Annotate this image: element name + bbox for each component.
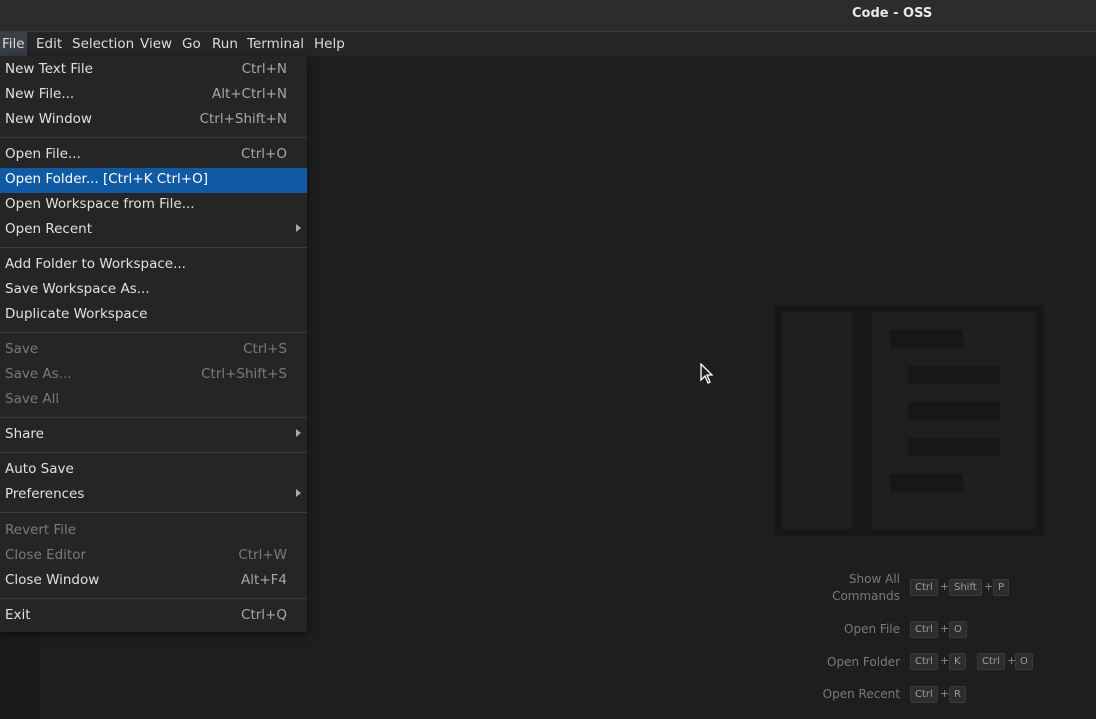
menu-edit[interactable]: Edit (34, 32, 64, 56)
key-ctrl: Ctrl (977, 653, 1005, 670)
key-plus: + (984, 580, 994, 593)
menu-item-close-window[interactable]: Close Window Alt+F4 (0, 569, 307, 594)
menu-item-share[interactable]: Share (0, 423, 307, 448)
menu-item-save-all[interactable]: Save All (0, 388, 307, 413)
menu-item-label: Open Folder... [Ctrl+K Ctrl+O] (5, 171, 208, 187)
menu-item-shortcut: Ctrl+Q (241, 607, 287, 623)
menu-view[interactable]: View (138, 32, 174, 56)
menu-item-exit[interactable]: Exit Ctrl+Q (0, 604, 307, 629)
menu-file[interactable]: File (0, 32, 27, 56)
menu-separator (0, 247, 307, 248)
menu-item-label: Save Workspace As... (5, 281, 150, 297)
menu-item-shortcut: Ctrl+Shift+N (199, 111, 287, 127)
menu-item-shortcut: Alt+Ctrl+N (211, 86, 287, 102)
menu-item-new-text-file[interactable]: New Text File Ctrl+N (0, 58, 307, 83)
menu-item-new-file[interactable]: New File... Alt+Ctrl+N (0, 83, 307, 108)
menu-separator (0, 332, 307, 333)
menu-item-save-workspace-as[interactable]: Save Workspace As... (0, 278, 307, 303)
menu-help[interactable]: Help (312, 32, 347, 56)
key-o: O (1015, 653, 1033, 670)
key-k: K (949, 653, 966, 670)
menu-item-label: Save (5, 341, 39, 357)
menu-item-add-folder[interactable]: Add Folder to Workspace... (0, 253, 307, 278)
menu-item-label: New Text File (5, 61, 93, 77)
menu-item-label: Preferences (5, 486, 85, 502)
menu-item-close-editor[interactable]: Close Editor Ctrl+W (0, 544, 307, 569)
menu-item-save-as[interactable]: Save As... Ctrl+Shift+S (0, 363, 307, 388)
menu-item-label: Save As... (5, 366, 72, 382)
menu-item-label: Open File... (5, 146, 81, 162)
menu-item-label: Add Folder to Workspace... (5, 256, 186, 272)
menu-item-preferences[interactable]: Preferences (0, 483, 307, 508)
menu-separator (0, 452, 307, 453)
menu-item-label: New Window (5, 111, 92, 127)
menu-run[interactable]: Run (210, 32, 240, 56)
menu-bar: File Edit Selection View Go Run Terminal… (0, 31, 1096, 57)
menu-separator (0, 417, 307, 418)
menu-separator (0, 598, 307, 599)
menu-item-open-folder[interactable]: Open Folder... [Ctrl+K Ctrl+O] (0, 168, 307, 193)
activity-bar (0, 632, 40, 719)
menu-item-open-file[interactable]: Open File... Ctrl+O (0, 143, 307, 168)
menu-item-label: Close Editor (5, 547, 87, 563)
menu-item-open-workspace[interactable]: Open Workspace from File... (0, 193, 307, 218)
menu-separator (0, 512, 307, 513)
menu-item-label: Duplicate Workspace (5, 306, 148, 322)
menu-item-label: Open Workspace from File... (5, 196, 195, 212)
key-o: O (949, 621, 967, 638)
menu-item-label: Auto Save (5, 461, 74, 477)
key-plus: + (940, 580, 950, 593)
menu-item-auto-save[interactable]: Auto Save (0, 458, 307, 483)
menu-item-new-window[interactable]: New Window Ctrl+Shift+N (0, 108, 307, 133)
submenu-arrow-icon (296, 429, 301, 437)
menu-item-save[interactable]: Save Ctrl+S (0, 338, 307, 363)
key-ctrl: Ctrl (910, 686, 938, 703)
menu-item-label: Revert File (5, 522, 77, 538)
menu-item-shortcut: Ctrl+W (238, 547, 287, 563)
key-ctrl: Ctrl (910, 579, 938, 596)
menu-selection[interactable]: Selection (70, 32, 136, 56)
menu-item-shortcut: Alt+F4 (241, 572, 287, 588)
key-plus: + (940, 622, 950, 635)
key-plus: + (940, 654, 950, 667)
menu-separator (0, 137, 307, 138)
menu-terminal[interactable]: Terminal (245, 32, 306, 56)
menu-item-label: Exit (5, 607, 31, 623)
menu-item-label: New File... (5, 86, 75, 102)
menu-go[interactable]: Go (180, 32, 203, 56)
hint-open-recent: Open Recent (822, 687, 900, 701)
key-plus: + (940, 687, 950, 700)
key-p: P (993, 579, 1010, 596)
hint-open-file: Open File (844, 622, 900, 636)
key-ctrl: Ctrl (910, 621, 938, 638)
key-r: R (949, 686, 966, 703)
menu-item-label: Save All (5, 391, 60, 407)
submenu-arrow-icon (296, 489, 301, 497)
submenu-arrow-icon (296, 224, 301, 232)
window-title: Code - OSS (852, 6, 933, 21)
hint-open-folder: Open Folder (827, 655, 900, 669)
menu-item-label: Close Window (5, 572, 100, 588)
file-menu-dropdown: New Text File Ctrl+N New File... Alt+Ctr… (0, 56, 307, 632)
menu-item-shortcut: Ctrl+N (241, 61, 287, 77)
menu-item-label: Share (5, 426, 44, 442)
editor-watermark-logo (775, 305, 1044, 536)
menu-item-shortcut: Ctrl+S (243, 341, 287, 357)
menu-item-revert-file[interactable]: Revert File (0, 519, 307, 544)
title-bar: Code - OSS (0, 0, 1096, 31)
menu-item-shortcut: Ctrl+O (241, 146, 287, 162)
menu-item-label: Open Recent (5, 221, 93, 237)
hint-show-all-line1: Show All (848, 572, 900, 586)
menu-item-duplicate-workspace[interactable]: Duplicate Workspace (0, 303, 307, 328)
mouse-cursor-icon (700, 363, 714, 384)
menu-item-shortcut: Ctrl+Shift+S (201, 366, 287, 382)
hint-show-all-line2: Commands (832, 589, 900, 603)
key-shift: Shift (949, 579, 982, 596)
key-ctrl: Ctrl (910, 653, 938, 670)
menu-item-open-recent[interactable]: Open Recent (0, 218, 307, 243)
